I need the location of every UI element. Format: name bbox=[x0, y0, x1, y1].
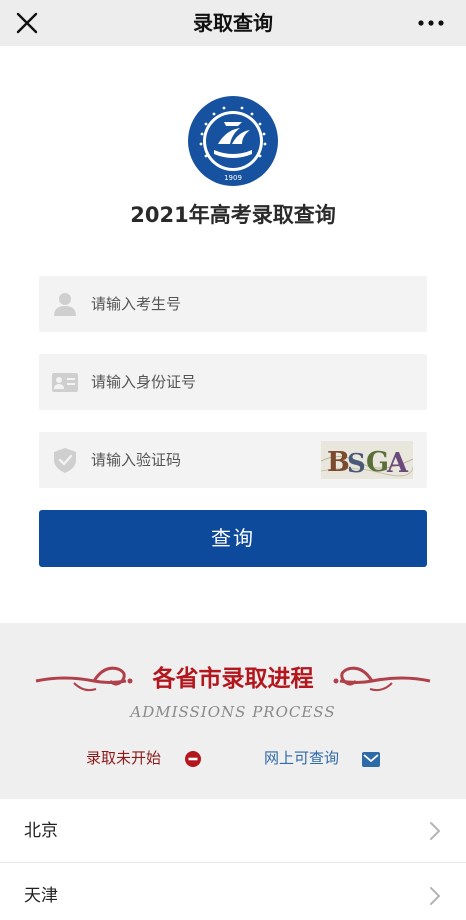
captcha-field[interactable]: 请输入验证码 B S G A bbox=[39, 432, 427, 488]
captcha-placeholder: 请输入验证码 bbox=[91, 451, 182, 469]
svg-text:G: G bbox=[366, 447, 389, 478]
province-row[interactable]: 天津 bbox=[0, 864, 466, 920]
exam-id-placeholder: 请输入考生号 bbox=[91, 295, 182, 313]
university-logo: 1909 bbox=[188, 96, 278, 186]
top-bar: 录取查询 bbox=[0, 0, 466, 46]
logo-year: 1909 bbox=[224, 174, 242, 182]
legend-not-started-label: 录取未开始 bbox=[86, 749, 162, 767]
id-card-field[interactable]: 请输入身份证号 bbox=[39, 354, 427, 410]
id-card-placeholder: 请输入身份证号 bbox=[91, 373, 197, 391]
page-title: 2021年高考录取查询 bbox=[130, 203, 336, 227]
no-entry-icon bbox=[185, 751, 201, 767]
user-icon bbox=[54, 293, 76, 316]
more-icon[interactable] bbox=[416, 8, 446, 38]
shield-icon bbox=[54, 448, 76, 473]
legend-online-label: 网上可查询 bbox=[264, 749, 340, 767]
admissions-process-section: 各省市录取进程 ADMISSIONS PROCESS 录取未开始 网上可查询 bbox=[0, 623, 466, 799]
province-row[interactable]: 北京 bbox=[0, 799, 466, 863]
query-button[interactable]: 查询 bbox=[39, 510, 427, 567]
province-name: 北京 bbox=[24, 821, 58, 841]
province-name: 天津 bbox=[24, 886, 58, 906]
page-header-title: 录取查询 bbox=[193, 11, 273, 35]
svg-text:S: S bbox=[347, 449, 366, 479]
exam-id-field[interactable]: 请输入考生号 bbox=[39, 276, 427, 332]
id-card-icon bbox=[52, 373, 78, 392]
svg-text:A: A bbox=[386, 448, 409, 479]
chevron-right-icon bbox=[430, 822, 440, 840]
mail-icon bbox=[362, 752, 380, 767]
process-title: 各省市录取进程 bbox=[152, 666, 314, 692]
chevron-right-icon bbox=[430, 887, 440, 905]
captcha-image[interactable]: B S G A bbox=[321, 441, 413, 479]
process-subtitle: ADMISSIONS PROCESS bbox=[130, 703, 336, 721]
